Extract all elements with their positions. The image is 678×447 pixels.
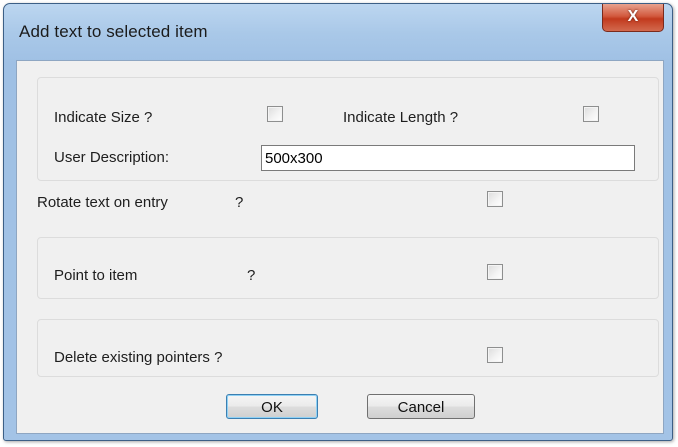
dialog-client-area: Indicate Size ? Indicate Length ? User D… — [16, 60, 664, 434]
delete-pointers-group — [37, 319, 659, 377]
ok-button[interactable]: OK — [226, 394, 318, 419]
indicate-length-label: Indicate Length ? — [343, 109, 459, 126]
user-description-input[interactable] — [261, 145, 635, 171]
point-to-item-label: Point to item — [54, 267, 138, 284]
delete-pointers-label: Delete existing pointers ? — [54, 349, 223, 366]
window-title: Add text to selected item — [19, 22, 208, 41]
rotate-text-label: Rotate text on entry — [37, 194, 168, 211]
rotate-text-checkbox[interactable] — [487, 191, 503, 207]
rotate-text-question: ? — [235, 194, 244, 211]
point-to-item-question: ? — [247, 267, 256, 284]
delete-pointers-checkbox[interactable] — [487, 347, 503, 363]
indicate-size-checkbox[interactable] — [267, 106, 283, 122]
close-icon: X — [627, 8, 639, 25]
user-description-label: User Description: — [54, 149, 170, 166]
indicate-size-label: Indicate Size ? — [54, 109, 153, 126]
close-button[interactable]: X — [602, 4, 664, 32]
indicate-length-checkbox[interactable] — [583, 106, 599, 122]
point-to-item-checkbox[interactable] — [487, 264, 503, 280]
dialog-window: Add text to selected item X Indicate Siz… — [3, 3, 673, 441]
cancel-button[interactable]: Cancel — [367, 394, 475, 419]
